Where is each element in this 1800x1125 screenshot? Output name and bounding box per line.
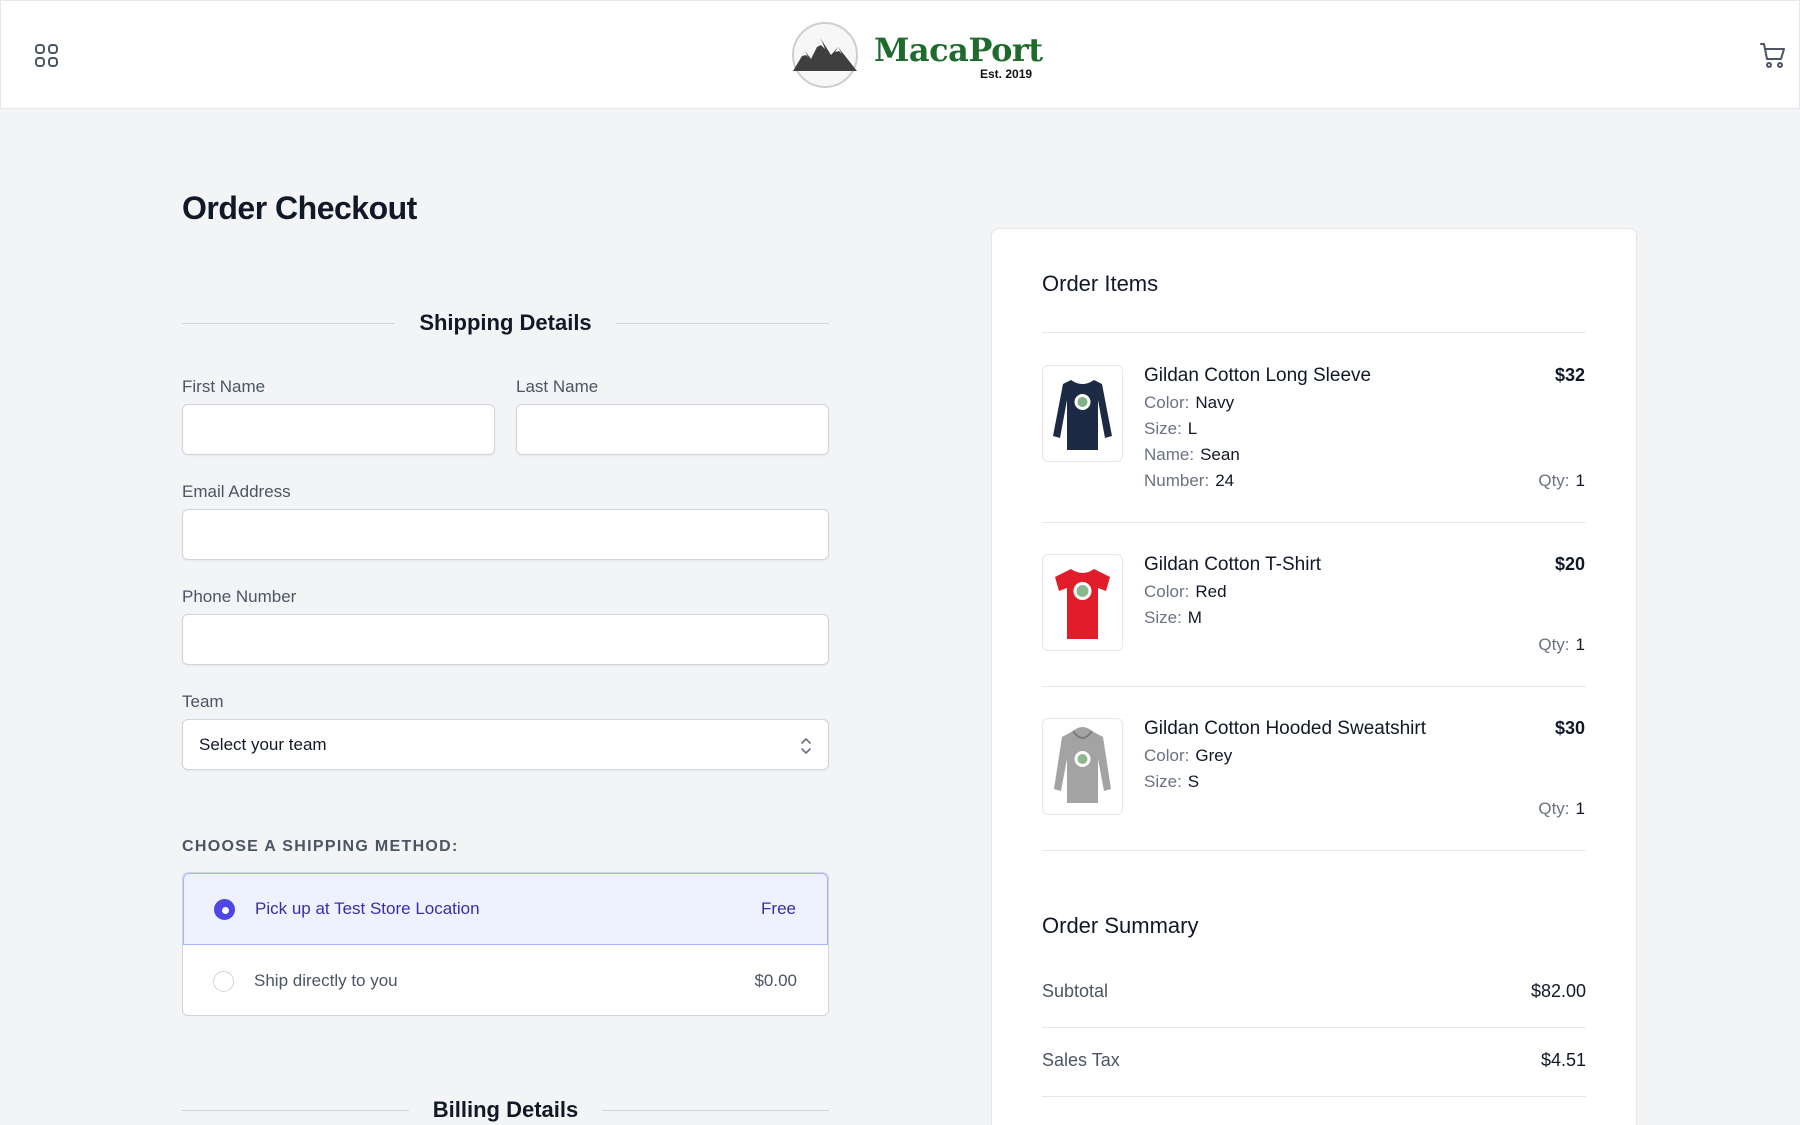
- item-attr-number: Number: 24: [1144, 471, 1234, 491]
- qty-label: Qty:: [1538, 799, 1570, 818]
- item-name: Gildan Cotton Hooded Sweatshirt: [1144, 718, 1426, 739]
- cart-icon[interactable]: [1759, 41, 1787, 69]
- billing-section-divider: Billing Details: [182, 1095, 829, 1125]
- qty-label: Qty:: [1538, 471, 1570, 490]
- attr-key: Name:: [1144, 445, 1195, 464]
- shipping-option-name: Ship directly to you: [254, 971, 398, 990]
- order-items-title: Order Items: [1042, 271, 1159, 296]
- shipping-option-name: Pick up at Test Store Location: [255, 899, 480, 918]
- email-input[interactable]: [182, 509, 829, 560]
- item-qty: Qty: 1: [1538, 799, 1585, 819]
- divider: [1042, 522, 1586, 523]
- qty-value: 1: [1575, 635, 1585, 654]
- shipping-option-ship[interactable]: Ship directly to you $0.00: [183, 945, 828, 1015]
- section-title-text: Billing Details: [408, 1097, 603, 1122]
- brand-logo[interactable]: MacaPort Est. 2019: [791, 21, 1043, 89]
- attr-key: Number:: [1144, 471, 1210, 490]
- radio-unselected-icon[interactable]: [213, 970, 234, 992]
- grid-menu-icon[interactable]: [34, 43, 60, 69]
- attr-key: Color:: [1144, 393, 1190, 412]
- shipping-section-divider: Shipping Details: [182, 308, 829, 338]
- attr-key: Size:: [1144, 772, 1182, 791]
- page-title: Order Checkout: [182, 190, 417, 226]
- summary-label: Subtotal: [1042, 981, 1109, 1001]
- brand-est: Est. 2019: [980, 67, 1033, 81]
- attr-key: Color:: [1144, 582, 1190, 601]
- attr-value: Navy: [1195, 393, 1235, 412]
- item-attr-size: Size: L: [1144, 419, 1197, 439]
- order-summary-title: Order Summary: [1042, 913, 1199, 938]
- shipping-method-label: CHOOSE A SHIPPING METHOD:: [182, 838, 459, 855]
- team-select-value: Select your team: [199, 734, 327, 754]
- shipping-option-price: $0.00: [754, 971, 797, 990]
- first-name-label: First Name: [182, 377, 266, 396]
- shipping-option-pickup[interactable]: Pick up at Test Store Location Free: [183, 873, 828, 945]
- last-name-label: Last Name: [516, 377, 599, 396]
- attr-value: S: [1187, 772, 1200, 791]
- attr-value: Red: [1195, 582, 1227, 601]
- item-attr-name: Name: Sean: [1144, 445, 1240, 465]
- team-label: Team: [182, 692, 224, 711]
- shipping-option-price: Free: [761, 899, 796, 918]
- phone-input[interactable]: [182, 614, 829, 665]
- attr-value: 24: [1215, 471, 1235, 490]
- item-price: $20: [1554, 554, 1585, 574]
- item-thumbnail[interactable]: [1042, 718, 1123, 815]
- qty-value: 1: [1575, 799, 1585, 818]
- mountain-logo-icon: [791, 21, 859, 89]
- attr-key: Size:: [1144, 608, 1182, 627]
- radio-selected-icon[interactable]: [214, 898, 235, 920]
- order-card: Order Items Gildan Cotton Long Sleeve $3…: [991, 228, 1637, 1125]
- summary-row-sales-tax: Sales Tax $4.51: [1042, 1050, 1586, 1080]
- item-attr-color: Color: Navy: [1144, 393, 1234, 413]
- qty-value: 1: [1575, 471, 1585, 490]
- attr-value: Grey: [1195, 746, 1233, 765]
- item-attr-color: Color: Red: [1144, 582, 1227, 602]
- divider: [1042, 1027, 1586, 1028]
- divider: [1042, 686, 1586, 687]
- summary-value: $4.51: [1540, 1050, 1586, 1070]
- attr-value: L: [1187, 419, 1198, 438]
- shipping-method-group: Pick up at Test Store Location Free Ship…: [182, 872, 829, 1016]
- last-name-input[interactable]: [516, 404, 829, 455]
- item-qty: Qty: 1: [1538, 471, 1585, 491]
- qty-label: Qty:: [1538, 635, 1570, 654]
- item-qty: Qty: 1: [1538, 635, 1585, 655]
- brand-name: MacaPort: [874, 31, 1043, 69]
- email-label: Email Address: [182, 482, 291, 501]
- item-attr-size: Size: M: [1144, 608, 1202, 628]
- select-chevrons-icon: [800, 736, 812, 756]
- billing-section-title: Billing Details: [182, 1097, 829, 1123]
- summary-value: $82.00: [1530, 981, 1586, 1001]
- team-select[interactable]: Select your team: [182, 719, 829, 770]
- item-name: Gildan Cotton T-Shirt: [1144, 554, 1322, 575]
- summary-label: Sales Tax: [1042, 1050, 1120, 1070]
- attr-key: Size:: [1144, 419, 1182, 438]
- summary-row-subtotal: Subtotal $82.00: [1042, 981, 1586, 1011]
- divider: [1042, 332, 1586, 333]
- item-price: $30: [1554, 718, 1585, 738]
- shipping-section-title: Shipping Details: [182, 310, 829, 336]
- attr-value: M: [1187, 608, 1202, 627]
- divider: [1042, 1096, 1586, 1097]
- item-name: Gildan Cotton Long Sleeve: [1144, 365, 1372, 386]
- item-thumbnail[interactable]: [1042, 365, 1123, 462]
- item-attr-size: Size: S: [1144, 772, 1199, 792]
- divider: [1042, 850, 1586, 851]
- attr-key: Color:: [1144, 746, 1190, 765]
- top-header: MacaPort Est. 2019: [0, 0, 1800, 109]
- phone-label: Phone Number: [182, 587, 297, 606]
- first-name-input[interactable]: [182, 404, 495, 455]
- item-attr-color: Color: Grey: [1144, 746, 1232, 766]
- item-thumbnail[interactable]: [1042, 554, 1123, 651]
- item-price: $32: [1554, 365, 1585, 385]
- attr-value: Sean: [1200, 445, 1240, 464]
- section-title-text: Shipping Details: [395, 310, 616, 335]
